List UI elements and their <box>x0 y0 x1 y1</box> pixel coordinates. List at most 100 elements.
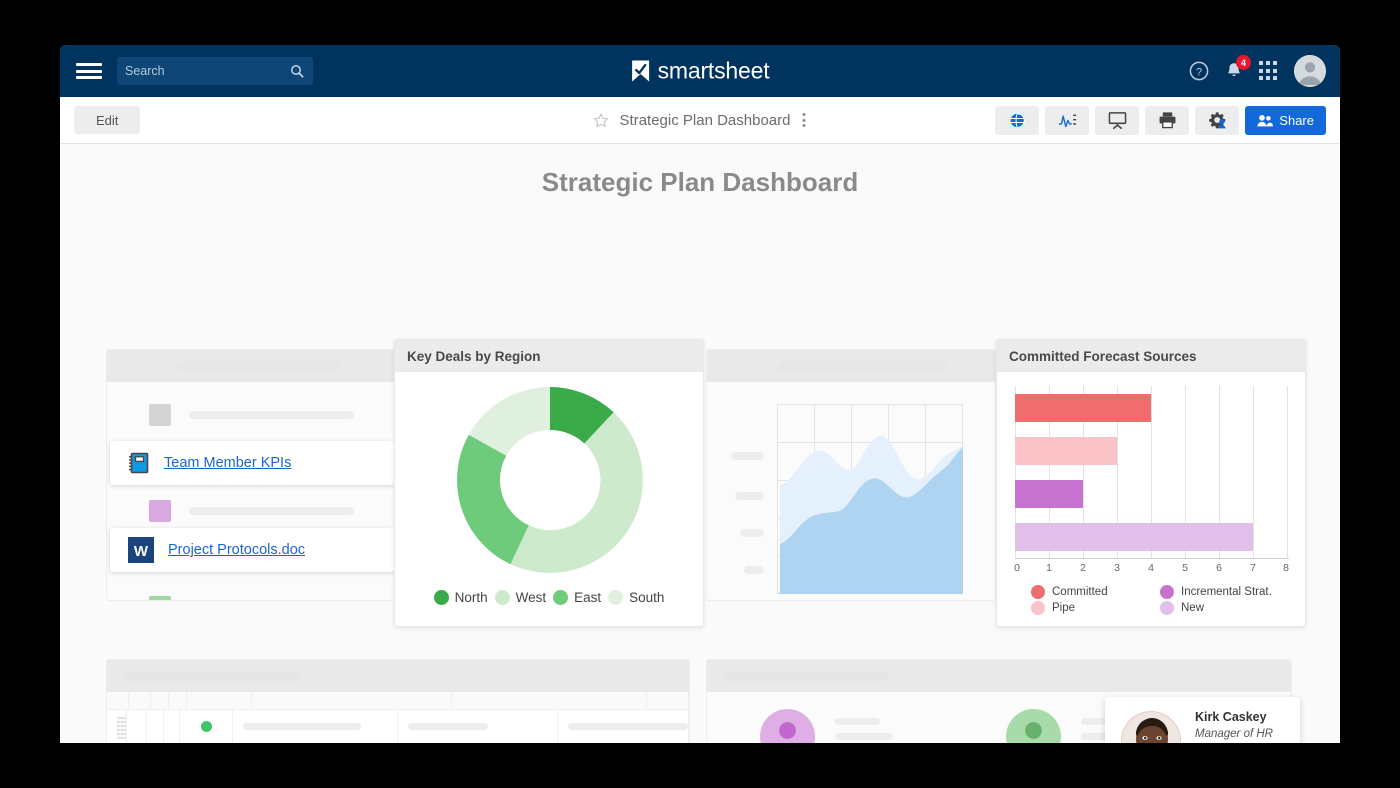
table-widget-header <box>107 660 689 692</box>
legend-item-incremental-strat[interactable]: Incremental Strat. <box>1160 585 1289 599</box>
legend-item-west[interactable]: West <box>494 590 547 605</box>
committed-forecast-sources-widget: Committed Forecast Sources 0 1 2 3 4 5 6… <box>996 339 1306 627</box>
presentation-screen-icon <box>1108 112 1127 129</box>
area-chart-widget <box>706 349 996 601</box>
contact-role: Manager of HR <box>1195 728 1273 740</box>
shortcut-widget-header <box>107 350 395 382</box>
xtick-7: 7 <box>1250 562 1256 574</box>
grid-apps-icon[interactable] <box>1259 61 1279 81</box>
bar-new[interactable] <box>1015 523 1253 551</box>
person-avatar-icon <box>1006 709 1061 743</box>
header-placeholder-bar <box>125 670 300 682</box>
brand-name: smartsheet <box>657 57 770 84</box>
print-button[interactable] <box>1145 105 1190 135</box>
person-name-placeholder <box>835 718 880 725</box>
legend-swatch-north <box>433 590 449 605</box>
help-circle-icon[interactable]: ? <box>1189 61 1209 81</box>
sheet-table-widget <box>106 659 690 743</box>
legend-item-committed[interactable]: Committed <box>1031 585 1160 599</box>
xtick-1: 1 <box>1046 562 1052 574</box>
placeholder-bar <box>189 411 354 419</box>
widget-title: Committed Forecast Sources <box>997 340 1305 372</box>
legend-label-south: South <box>629 590 665 605</box>
placeholder-row <box>149 500 395 522</box>
legend-label-north: North <box>454 590 488 605</box>
dashboard-title: Strategic Plan Dashboard <box>541 167 859 197</box>
publish-globe-button[interactable] <box>995 105 1040 135</box>
gridline <box>1253 386 1254 559</box>
xtick-3: 3 <box>1114 562 1120 574</box>
placeholder-row <box>149 596 395 600</box>
document-toolbar: Edit Strategic Plan Dashboard Share <box>60 97 1340 144</box>
contact-name: Kirk Caskey <box>1195 710 1267 724</box>
header-placeholder-bar <box>176 361 341 371</box>
xtick-6: 6 <box>1216 562 1222 574</box>
hamburger-menu-icon[interactable] <box>76 60 102 82</box>
xtick-4: 4 <box>1148 562 1154 574</box>
search-input[interactable] <box>125 64 289 78</box>
search-box[interactable] <box>117 57 313 85</box>
shortcut-link-team-member-kpis[interactable]: Team Member KPIs <box>110 441 394 485</box>
table-row[interactable] <box>107 710 689 743</box>
legend-label-committed: Committed <box>1052 586 1108 598</box>
admin-settings-button[interactable] <box>1195 105 1240 135</box>
x-axis-line <box>1015 558 1289 559</box>
xtick-0: 0 <box>1014 562 1020 574</box>
legend-swatch-committed <box>1031 585 1045 599</box>
legend-item-north[interactable]: North <box>433 590 488 605</box>
shortcut-link-label[interactable]: Team Member KPIs <box>164 455 291 471</box>
shortcut-link-label[interactable]: Project Protocols.doc <box>168 542 305 558</box>
printer-icon <box>1159 112 1176 129</box>
share-button[interactable]: Share <box>1245 105 1326 135</box>
bar-chart-legend: Committed Incremental Strat. Pipe New <box>1031 585 1289 615</box>
smartsheet-check-logo-icon <box>632 60 650 82</box>
legend-label-east: East <box>574 590 602 605</box>
x-axis-ticks: 0 1 2 3 4 5 6 7 8 <box>1014 562 1289 578</box>
header-placeholder-bar <box>777 360 947 372</box>
table-body <box>107 692 689 743</box>
area-chart-plot <box>777 404 963 594</box>
activity-log-button[interactable] <box>1045 105 1090 135</box>
legend-swatch-east <box>553 590 569 605</box>
bar-committed[interactable] <box>1015 394 1151 422</box>
contact-card[interactable]: Kirk Caskey Manager of HR (425) 155-5555… <box>1105 697 1300 743</box>
smartsheet-logo: smartsheet <box>631 58 770 85</box>
legend-swatch-pipe <box>1031 601 1045 615</box>
xtick-2: 2 <box>1080 562 1086 574</box>
legend-swatch-incremental-strat <box>1160 585 1174 599</box>
notifications-bell-icon[interactable]: 4 <box>1224 55 1251 81</box>
shortcut-link-project-protocols[interactable]: W Project Protocols.doc <box>110 528 394 572</box>
person-entry[interactable] <box>760 709 893 743</box>
legend-swatch-south <box>608 590 624 605</box>
globe-icon <box>1010 112 1025 128</box>
top-navigation-bar: smartsheet ? 4 <box>60 45 1340 97</box>
bar-incremental-strat[interactable] <box>1015 480 1083 508</box>
document-title: Strategic Plan Dashboard <box>619 111 791 129</box>
person-detail-placeholder <box>835 733 893 740</box>
word-doc-icon: W <box>128 537 154 563</box>
legend-label-west: West <box>515 590 547 605</box>
legend-item-pipe[interactable]: Pipe <box>1031 601 1160 615</box>
presentation-button[interactable] <box>1095 105 1140 135</box>
legend-item-new[interactable]: New <box>1160 601 1289 615</box>
star-outline-icon[interactable] <box>593 112 610 129</box>
edit-button[interactable]: Edit <box>74 106 141 134</box>
placeholder-swatch <box>149 596 171 600</box>
people-icon <box>1257 114 1274 126</box>
legend-label-new: New <box>1181 602 1205 614</box>
share-button-label: Share <box>1279 112 1314 128</box>
legend-item-east[interactable]: East <box>553 590 601 605</box>
contact-details: Kirk Caskey Manager of HR (425) 155-5555… <box>1195 710 1318 743</box>
placeholder-bar <box>189 507 354 515</box>
legend-item-south[interactable]: South <box>608 590 664 605</box>
user-avatar[interactable] <box>1294 55 1326 87</box>
axis-label-placeholder <box>731 452 764 460</box>
svg-text:?: ? <box>1196 66 1202 78</box>
person-avatar-icon <box>760 709 815 743</box>
bar-pipe[interactable] <box>1015 437 1117 465</box>
contact-photo <box>1121 711 1181 743</box>
xtick-8: 8 <box>1283 562 1289 574</box>
status-dot <box>200 721 212 732</box>
more-vertical-icon[interactable] <box>800 111 807 129</box>
search-icon[interactable] <box>289 63 305 79</box>
